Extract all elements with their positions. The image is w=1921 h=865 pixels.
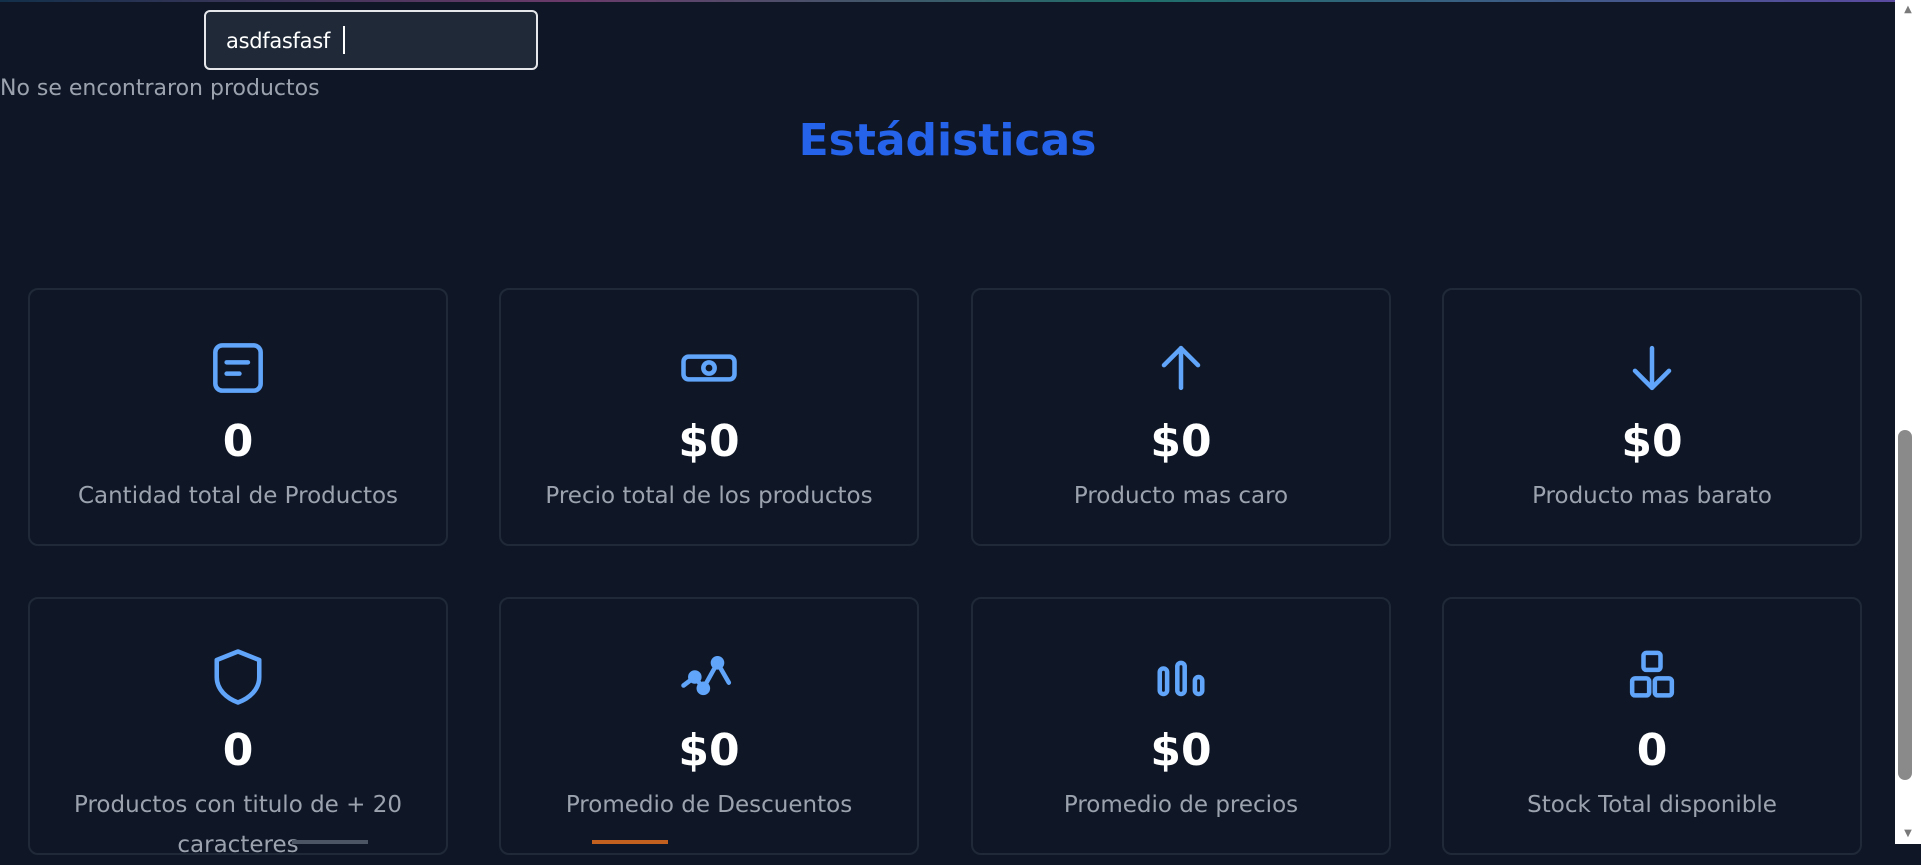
stat-card-total-products: 0 Cantidad total de Productos [28,288,448,546]
stat-card-total-price: $0 Precio total de los productos [499,288,919,546]
no-products-message: No se encontraron productos [0,76,320,101]
stat-value: $0 [1150,416,1212,467]
stat-card-long-titles: 0 Productos con titulo de + 20 caractere… [28,597,448,858]
stat-value: $0 [678,416,740,467]
stat-card-avg-discount: $0 Promedio de Descuentos [499,597,919,855]
search-input[interactable] [224,12,528,70]
stat-label: Producto mas caro [1073,483,1289,509]
cash-icon [681,354,737,382]
scrollbar-thumb[interactable] [1898,430,1912,780]
scroll-down-icon[interactable]: ▼ [1900,826,1916,842]
stat-label: Producto mas barato [1532,483,1772,509]
accent-fragment [592,840,668,844]
stat-value: $0 [678,725,740,776]
stat-label: Productos con titulo de + 20 caracteres [74,792,402,858]
stat-value: 0 [222,725,254,776]
text-caret [343,26,345,54]
stat-value: $0 [1621,416,1683,467]
top-gradient-line [0,0,1895,2]
stat-label: Stock Total disponible [1527,792,1777,818]
stat-value: $0 [1150,725,1212,776]
stat-card-most-expensive: $0 Producto mas caro [971,288,1391,546]
stat-card-avg-price: $0 Promedio de precios [971,597,1391,855]
shield-icon [214,649,262,705]
document-icon [213,343,263,393]
bar-chart-icon [1157,660,1205,697]
stat-label: Precio total de los productos [545,483,873,509]
boxes-icon [1629,650,1675,698]
stat-label: Promedio de Descuentos [565,792,853,818]
stat-value: 0 [1636,725,1668,776]
stat-label: Promedio de precios [1063,792,1299,818]
arrow-up-icon [1161,345,1201,391]
trend-icon [681,656,732,696]
stat-card-cheapest: $0 Producto mas barato [1442,288,1862,546]
stat-label: Cantidad total de Productos [77,483,399,509]
stats-title: Estádisticas [798,115,1097,166]
horizontal-scroll-indicator [292,840,368,844]
stat-value: 0 [222,416,254,467]
stat-card-total-stock: 0 Stock Total disponible [1442,597,1862,855]
arrow-down-icon [1632,345,1672,391]
scroll-up-icon[interactable]: ▲ [1900,2,1916,18]
search-field[interactable] [204,10,538,70]
